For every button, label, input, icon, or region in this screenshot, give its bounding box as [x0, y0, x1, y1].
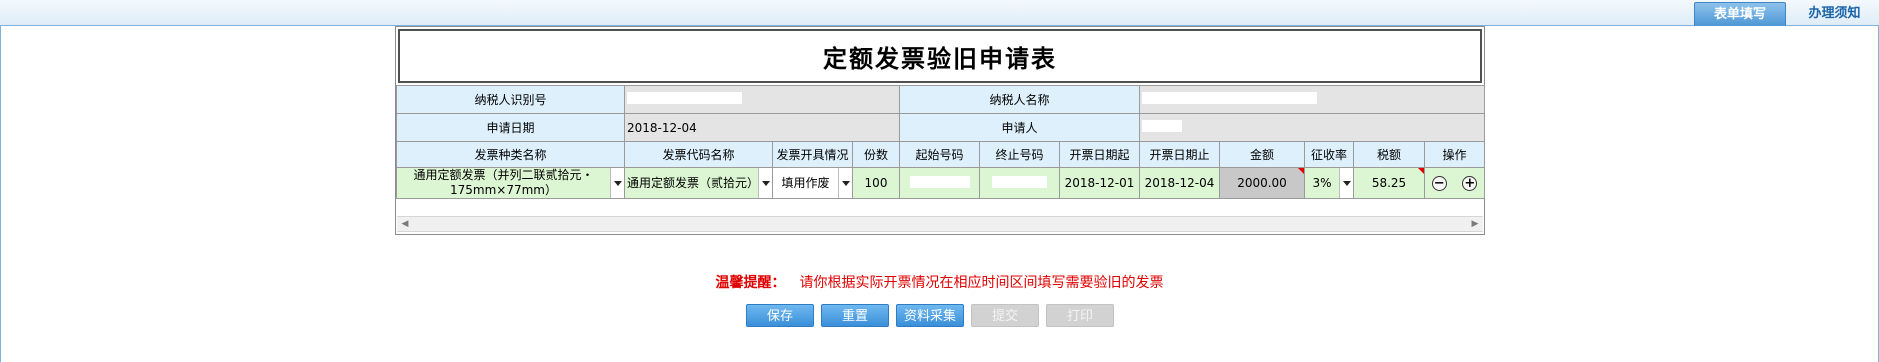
invoice-code-value: 通用定额发票（贰拾元）: [627, 175, 760, 190]
col-header-amount: 金额: [1219, 141, 1305, 168]
applicant-label: 申请人: [899, 113, 1140, 142]
rate-value: 3%: [1312, 175, 1332, 190]
tab-guide[interactable]: 办理须知: [1790, 2, 1879, 26]
col-header-invoice-type: 发票种类名称: [396, 141, 625, 168]
taxpayer-name-label: 纳税人名称: [899, 85, 1140, 114]
copies-field[interactable]: 100: [852, 167, 900, 199]
chevron-down-icon[interactable]: [1339, 168, 1353, 198]
col-header-tax: 税额: [1353, 141, 1425, 168]
invoice-code-select[interactable]: 通用定额发票（贰拾元）: [624, 167, 773, 199]
tab-form-fill[interactable]: 表单填写: [1694, 2, 1786, 26]
scroll-left-icon[interactable]: ◀: [398, 218, 412, 231]
form-title: 定额发票验旧申请表: [823, 43, 1057, 73]
reminder-message: 温馨提醒： 请你根据实际开票情况在相应时间区间填写需要验旧的发票: [0, 272, 1879, 292]
end-number-field[interactable]: [979, 167, 1060, 199]
taxpayer-id-value: [624, 85, 900, 114]
add-row-icon[interactable]: +: [1462, 175, 1478, 191]
chevron-down-icon[interactable]: [758, 168, 772, 198]
chevron-down-icon[interactable]: [838, 168, 852, 198]
form-grid: 纳税人识别号 纳税人名称 申请日期 2018-12-04 申请人 发票种类名称 …: [396, 85, 1485, 199]
col-header-copies: 份数: [852, 141, 900, 168]
save-button[interactable]: 保存: [746, 304, 814, 327]
col-header-date-start: 开票日期起: [1059, 141, 1140, 168]
date-end-field[interactable]: 2018-12-04: [1139, 167, 1220, 199]
scroll-right-icon[interactable]: ▶: [1468, 218, 1482, 231]
col-header-rate: 征收率: [1304, 141, 1354, 168]
tax-field: 58.25: [1353, 167, 1425, 199]
taxpayer-name-value: [1139, 85, 1485, 114]
col-header-date-end: 开票日期止: [1139, 141, 1220, 168]
form-title-box: 定额发票验旧申请表: [398, 29, 1482, 83]
applicant-value: [1139, 113, 1485, 142]
apply-date-value: 2018-12-04: [624, 113, 900, 142]
reminder-tip-label: 温馨提醒：: [715, 275, 786, 291]
col-header-invoice-code: 发票代码名称: [624, 141, 773, 168]
invoice-type-value: 通用定额发票（并列二联贰拾元・175mm×77mm）: [413, 168, 594, 198]
apply-date-label: 申请日期: [396, 113, 625, 142]
start-number-field[interactable]: [899, 167, 980, 199]
date-start-field[interactable]: 2018-12-01: [1059, 167, 1140, 199]
rate-select[interactable]: 3%: [1304, 167, 1354, 199]
application-form: 定额发票验旧申请表 纳税人识别号 纳税人名称 申请日期 2018-12-04 申…: [395, 26, 1485, 235]
reminder-text: 请你根据实际开票情况在相应时间区间填写需要验旧的发票: [799, 275, 1164, 291]
col-header-actions: 操作: [1424, 141, 1485, 168]
horizontal-scrollbar[interactable]: ◀ ▶: [397, 216, 1483, 232]
col-header-start-number: 起始号码: [899, 141, 980, 168]
reset-button[interactable]: 重置: [821, 304, 889, 327]
action-buttons: 保存 重置 资料采集 提交 打印: [746, 304, 1114, 327]
chevron-down-icon[interactable]: [610, 168, 624, 198]
col-header-issue-status: 发票开具情况: [772, 141, 853, 168]
invoice-type-select[interactable]: 通用定额发票（并列二联贰拾元・175mm×77mm）: [396, 167, 625, 199]
issue-status-select[interactable]: 填用作废: [772, 167, 853, 199]
table-row: 通用定额发票（并列二联贰拾元・175mm×77mm） 通用定额发票（贰拾元） 填…: [396, 167, 1485, 199]
row-actions: − +: [1424, 167, 1485, 199]
submit-button[interactable]: 提交: [971, 304, 1039, 327]
print-button[interactable]: 打印: [1046, 304, 1114, 327]
taxpayer-id-label: 纳税人识别号: [396, 85, 625, 114]
col-header-end-number: 终止号码: [979, 141, 1060, 168]
top-tab-bar: 表单填写 办理须知: [0, 0, 1879, 26]
data-collect-button[interactable]: 资料采集: [896, 304, 964, 327]
remove-row-icon[interactable]: −: [1431, 175, 1447, 191]
issue-status-value: 填用作废: [781, 175, 830, 190]
amount-field: 2000.00: [1219, 167, 1305, 199]
